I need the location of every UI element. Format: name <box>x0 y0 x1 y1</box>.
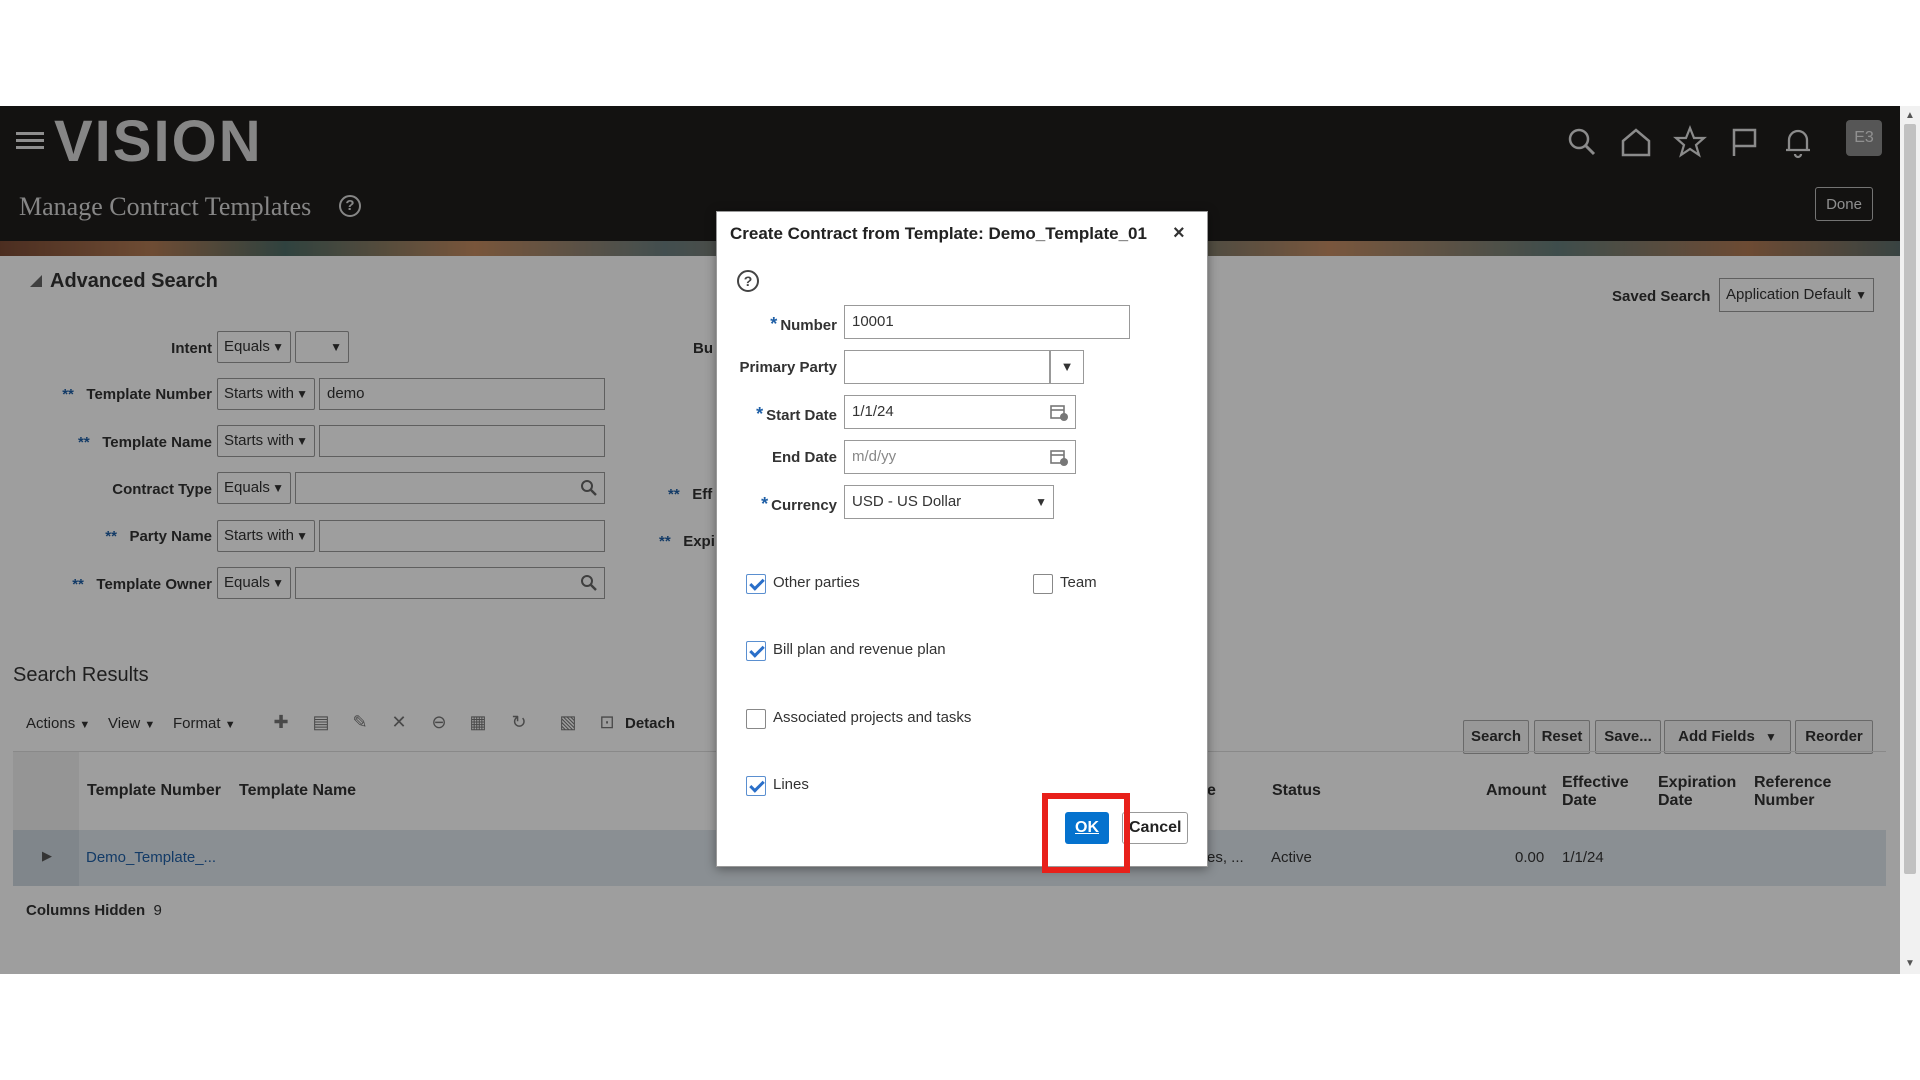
ok-button[interactable]: OK <box>1065 812 1109 844</box>
help-icon[interactable]: ? <box>737 270 759 292</box>
number-input[interactable]: 10001 <box>844 305 1130 339</box>
chevron-down-icon: ▼ <box>1035 495 1047 509</box>
bill-plan-checkbox[interactable] <box>746 641 766 661</box>
number-label: * Number <box>717 314 837 335</box>
primary-party-dropdown-button[interactable]: ▼ <box>1050 350 1084 384</box>
required-star: * <box>756 404 764 424</box>
required-star: * <box>761 494 769 514</box>
cancel-button[interactable]: Cancel <box>1122 812 1188 844</box>
create-contract-dialog: Create Contract from Template: Demo_Temp… <box>716 211 1208 867</box>
currency-value: USD - US Dollar <box>852 493 962 510</box>
team-checkbox[interactable] <box>1033 574 1053 594</box>
team-label: Team <box>1060 574 1097 591</box>
primary-party-input[interactable] <box>844 350 1050 384</box>
currency-label-text: Currency <box>771 497 837 514</box>
chevron-down-icon: ▼ <box>1060 359 1074 374</box>
start-date-value: 1/1/24 <box>852 403 894 420</box>
lines-label: Lines <box>773 776 809 793</box>
dialog-title: Create Contract from Template: Demo_Temp… <box>730 224 1147 243</box>
primary-party-label: Primary Party <box>739 359 837 376</box>
start-date-input[interactable]: 1/1/24 <box>844 395 1076 429</box>
lines-checkbox[interactable] <box>746 776 766 796</box>
number-label-text: Number <box>780 317 837 334</box>
other-parties-label: Other parties <box>773 574 860 591</box>
app-viewport: VISION Manage Contract Templates ? E3 Do… <box>0 106 1920 974</box>
scroll-down-arrow-icon[interactable]: ▼ <box>1905 958 1915 969</box>
currency-label: * Currency <box>717 494 837 515</box>
required-star: * <box>770 314 778 334</box>
bill-plan-label: Bill plan and revenue plan <box>773 641 946 658</box>
scroll-up-arrow-icon[interactable]: ▲ <box>1905 110 1915 121</box>
end-date-label: End Date <box>771 449 837 466</box>
start-date-label-text: Start Date <box>766 407 837 424</box>
currency-select[interactable]: USD - US Dollar ▼ <box>844 485 1054 519</box>
vertical-scrollbar[interactable]: ▲ ▼ <box>1900 106 1920 974</box>
start-date-label: * Start Date <box>717 404 837 425</box>
associated-projects-checkbox[interactable] <box>746 709 766 729</box>
scrollbar-thumb[interactable] <box>1904 124 1916 874</box>
end-date-placeholder: m/d/yy <box>852 448 897 465</box>
associated-projects-label: Associated projects and tasks <box>773 709 972 726</box>
other-parties-checkbox[interactable] <box>746 574 766 594</box>
calendar-icon[interactable] <box>1049 447 1069 467</box>
close-icon[interactable]: × <box>1173 222 1185 245</box>
end-date-input[interactable]: m/d/yy <box>844 440 1076 474</box>
calendar-icon[interactable] <box>1049 402 1069 422</box>
